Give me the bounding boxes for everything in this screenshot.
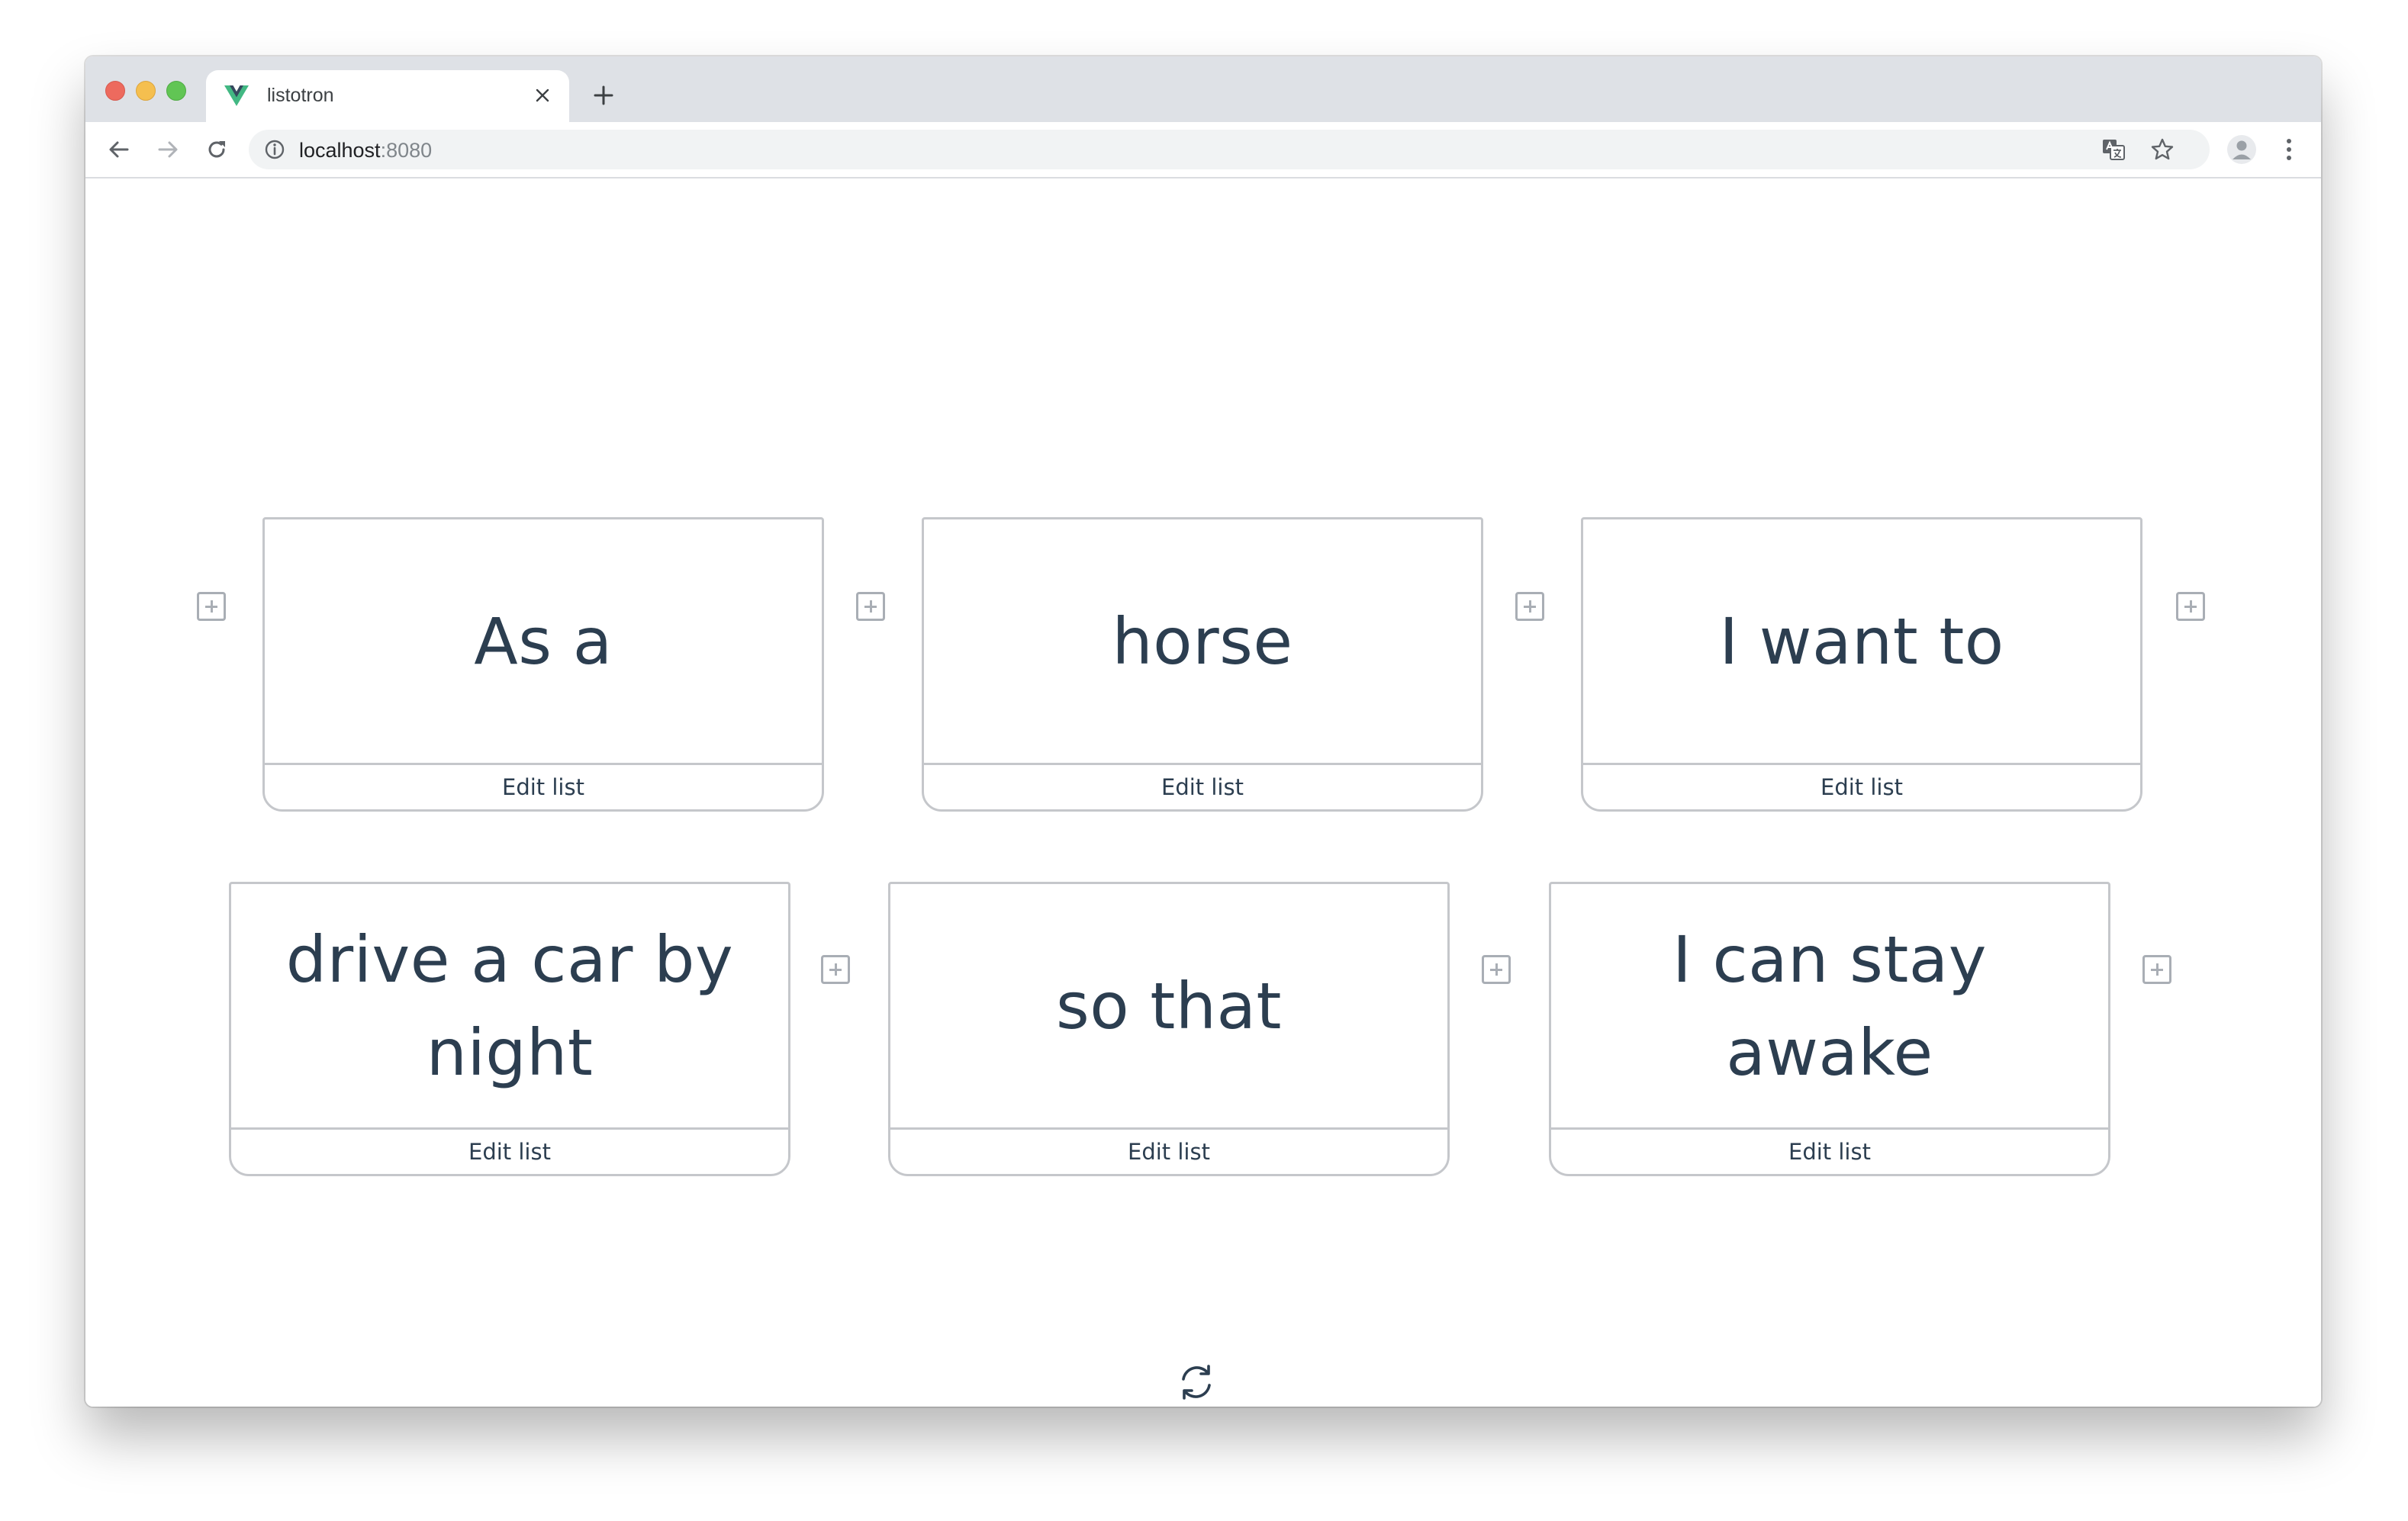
maximize-window-button[interactable] (166, 81, 186, 101)
url-host: localhost (299, 139, 381, 162)
close-tab-button[interactable] (530, 82, 555, 108)
close-window-button[interactable] (105, 81, 125, 101)
browser-window: listotron localhost:8080 As a Edit list … (85, 56, 2321, 1407)
card-phrase: As a (474, 603, 613, 679)
list-card: As a Edit list (262, 517, 824, 812)
browser-tab[interactable]: listotron (206, 70, 569, 122)
arrow-right-icon (158, 141, 178, 158)
card-phrase-area: I can stay awake (1551, 884, 2108, 1130)
card-phrase-area: horse (924, 519, 1481, 765)
translate-icon (2103, 140, 2125, 160)
list-card: horse Edit list (922, 517, 1483, 812)
list-card: I can stay awake Edit list (1549, 882, 2110, 1176)
browser-menu-button[interactable] (2274, 134, 2304, 165)
kebab-menu-icon (2287, 139, 2291, 160)
plus-icon (594, 85, 613, 105)
refresh-icon[interactable] (1177, 1362, 1216, 1402)
close-icon (536, 88, 549, 102)
arrow-left-icon (109, 141, 129, 158)
reload-button[interactable] (198, 131, 235, 168)
edit-list-button[interactable]: Edit list (265, 765, 822, 809)
vue-logo-icon (224, 85, 249, 106)
new-tab-button[interactable] (586, 78, 621, 113)
edit-list-button[interactable]: Edit list (1583, 765, 2140, 809)
url-text[interactable]: localhost:8080 (299, 139, 432, 162)
info-icon[interactable] (264, 139, 285, 160)
screenshot-stage: listotron localhost:8080 As a Edit list … (0, 0, 2408, 1521)
list-card: drive a car by night Edit list (229, 882, 790, 1176)
card-phrase-area: so that (890, 884, 1447, 1130)
list-card: I want to Edit list (1581, 517, 2142, 812)
bookmark-button[interactable] (2149, 136, 2176, 163)
card-phrase-area: As a (265, 519, 822, 765)
card-phrase: drive a car by night (285, 921, 734, 1090)
star-icon (2151, 138, 2174, 160)
avatar-icon[interactable] (2226, 134, 2257, 165)
edit-list-button[interactable]: Edit list (1551, 1130, 2108, 1174)
insert-list-button[interactable] (856, 592, 885, 621)
insert-list-button[interactable] (2176, 592, 2205, 621)
insert-list-button[interactable] (197, 592, 226, 621)
list-card: so that Edit list (888, 882, 1450, 1176)
forward-button[interactable] (150, 131, 186, 168)
card-phrase: horse (1112, 603, 1293, 679)
page-content: As a Edit list horse Edit list I want to… (85, 178, 2321, 1407)
browser-toolbar: localhost:8080 (85, 122, 2321, 178)
card-phrase-area: I want to (1583, 519, 2140, 765)
edit-list-button[interactable]: Edit list (231, 1130, 788, 1174)
translate-button[interactable] (2100, 136, 2127, 163)
card-phrase-area: drive a car by night (231, 884, 788, 1130)
insert-list-button[interactable] (821, 955, 850, 984)
reload-icon (208, 141, 225, 158)
address-bar[interactable]: localhost:8080 (249, 130, 2210, 169)
tab-strip: listotron (85, 56, 2321, 122)
insert-list-button[interactable] (2142, 955, 2171, 984)
edit-list-button[interactable]: Edit list (890, 1130, 1447, 1174)
minimize-window-button[interactable] (136, 81, 156, 101)
url-port: :8080 (380, 139, 433, 162)
insert-list-button[interactable] (1482, 955, 1511, 984)
card-phrase: so that (1056, 968, 1282, 1043)
tab-title: listotron (267, 85, 334, 106)
insert-list-button[interactable] (1515, 592, 1544, 621)
back-button[interactable] (101, 131, 137, 168)
card-phrase: I can stay awake (1672, 921, 1987, 1090)
card-phrase: I want to (1719, 603, 2004, 679)
edit-list-button[interactable]: Edit list (924, 765, 1481, 809)
